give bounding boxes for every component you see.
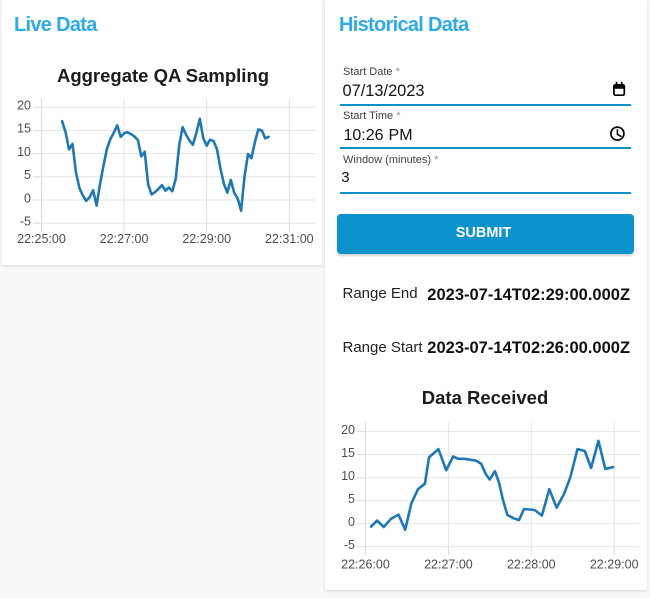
svg-text:0: 0 [348, 515, 355, 529]
svg-text:22:27:00: 22:27:00 [424, 558, 473, 572]
svg-text:-5: -5 [20, 215, 31, 229]
svg-text:20: 20 [17, 99, 31, 113]
svg-text:22:27:00: 22:27:00 [100, 232, 149, 246]
svg-text:20: 20 [341, 423, 355, 437]
svg-text:22:31:00: 22:31:00 [265, 232, 314, 246]
svg-text:0: 0 [24, 191, 31, 205]
svg-text:22:29:00: 22:29:00 [182, 232, 231, 246]
svg-text:10: 10 [17, 145, 31, 159]
svg-text:22:28:00: 22:28:00 [507, 558, 556, 572]
svg-text:22:29:00: 22:29:00 [590, 558, 639, 572]
svg-text:5: 5 [24, 168, 31, 182]
svg-text:15: 15 [17, 122, 31, 136]
svg-text:-5: -5 [344, 538, 355, 552]
svg-text:22:26:00: 22:26:00 [341, 558, 390, 572]
svg-text:15: 15 [341, 446, 355, 460]
svg-text:5: 5 [348, 492, 355, 506]
svg-text:22:25:00: 22:25:00 [17, 232, 66, 246]
svg-text:10: 10 [341, 469, 355, 483]
